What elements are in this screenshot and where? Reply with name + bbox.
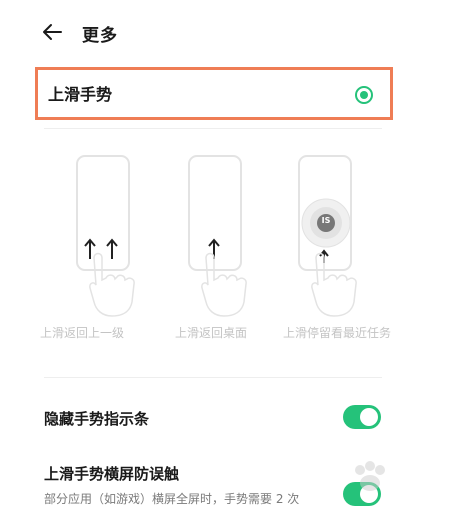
hand-icon <box>311 252 357 317</box>
press-badge: IS <box>321 216 331 225</box>
page-title: 更多 <box>82 26 118 46</box>
gesture-label-home: 上滑返回桌面 <box>175 326 248 340</box>
option-label: 上滑手势 <box>48 85 113 104</box>
option-swipe-gesture[interactable]: 上滑手势 <box>35 67 393 120</box>
back-button[interactable] <box>40 21 66 43</box>
gesture-illustration-home <box>188 155 254 317</box>
setting-hide-gesture-bar[interactable]: 隐藏手势指示条 <box>44 408 394 429</box>
hand-icon <box>89 252 135 317</box>
gesture-label-back: 上滑返回上一级 <box>40 326 125 340</box>
divider <box>44 128 382 129</box>
watermark-logo <box>330 453 445 503</box>
gesture-illustration-back <box>76 155 142 317</box>
radio-selected-icon[interactable] <box>355 86 373 104</box>
arrow-left-icon <box>43 24 62 40</box>
setting-label: 隐藏手势指示条 <box>44 410 150 428</box>
divider <box>44 377 382 378</box>
top-bar: 更多 <box>0 0 451 60</box>
hand-icon <box>201 252 247 317</box>
hide-gesture-bar-toggle[interactable] <box>343 405 381 429</box>
gesture-label-recents: 上滑停留看最近任务 <box>283 326 392 340</box>
gesture-illustration-recents: IS <box>298 155 364 317</box>
